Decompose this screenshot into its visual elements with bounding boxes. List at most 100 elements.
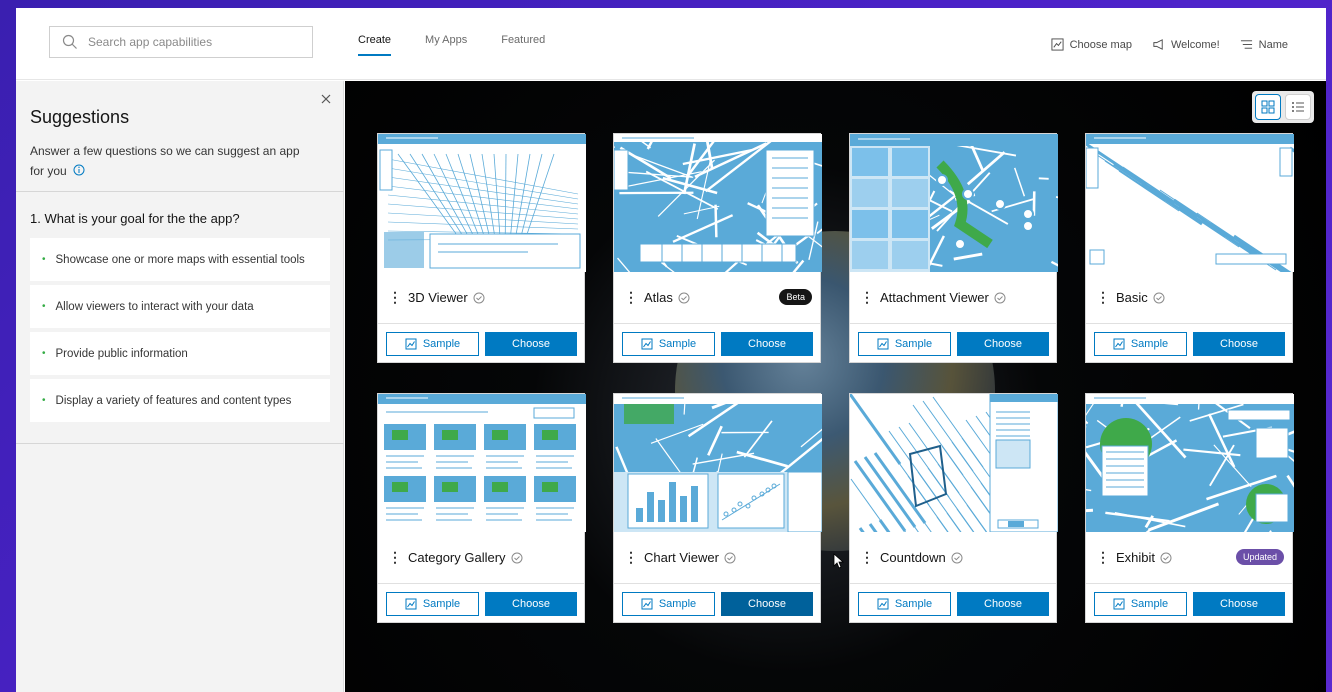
tab-create[interactable]: Create [358, 34, 392, 56]
card-actions: Sample Choose [386, 332, 577, 356]
choose-button[interactable]: Choose [721, 332, 813, 356]
goal-option[interactable]: • Showcase one or more maps with essentia… [30, 238, 330, 281]
choose-button[interactable]: Choose [1193, 332, 1285, 356]
choose-label: Choose [748, 598, 786, 610]
kebab-icon[interactable]: ⋮ [860, 549, 874, 566]
choose-button[interactable]: Choose [957, 592, 1049, 616]
choose-map-button[interactable]: Choose map [1051, 38, 1132, 51]
choose-button[interactable]: Choose [485, 592, 577, 616]
goal-option[interactable]: • Provide public information [30, 332, 330, 375]
status-badge: Beta [779, 289, 812, 305]
app-thumbnail[interactable] [614, 394, 822, 532]
list-view-button[interactable] [1285, 94, 1311, 120]
card-title-row: ⋮ Basic [1086, 272, 1292, 324]
card-actions: Sample Choose [1094, 332, 1285, 356]
sample-label: Sample [894, 338, 933, 350]
choose-label: Choose [512, 598, 550, 610]
close-icon[interactable] [318, 91, 334, 107]
sample-label: Sample [422, 338, 461, 350]
sample-label: Sample [422, 598, 461, 610]
goal-option-label: Allow viewers to interact with your data [55, 300, 254, 313]
app-card[interactable]: ⋮ Chart Viewer Sample Choose [613, 393, 822, 623]
app-card[interactable]: ⋮ Countdown Sample Choose [849, 393, 1058, 623]
circle-check-icon[interactable] [1153, 292, 1165, 304]
sample-button[interactable]: Sample [1094, 592, 1187, 616]
suggestions-description: Answer a few questions so we can suggest… [30, 141, 310, 181]
app-thumbnail[interactable] [850, 394, 1058, 532]
app-card[interactable]: ⋮ Basic Sample Choose [1085, 133, 1294, 363]
kebab-icon[interactable]: ⋮ [1096, 289, 1110, 306]
app-thumbnail[interactable] [1086, 394, 1294, 532]
circle-check-icon[interactable] [951, 552, 963, 564]
app-thumbnail[interactable] [378, 134, 586, 272]
info-icon[interactable] [73, 164, 85, 176]
search-icon [62, 34, 77, 49]
card-actions: Sample Choose [386, 592, 577, 616]
choose-label: Choose [984, 598, 1022, 610]
kebab-icon[interactable]: ⋮ [624, 289, 638, 306]
choose-button[interactable]: Choose [485, 332, 577, 356]
bullet-icon: • [42, 395, 46, 406]
sample-button[interactable]: Sample [1094, 332, 1187, 356]
kebab-icon[interactable]: ⋮ [624, 549, 638, 566]
sample-button[interactable]: Sample [386, 332, 479, 356]
sample-label: Sample [658, 338, 697, 350]
app-gallery: ⋮ 3D Viewer Sample Choose ⋮ Atlas Beta S… [345, 81, 1326, 692]
sample-button[interactable]: Sample [386, 592, 479, 616]
card-title: Atlas [644, 290, 673, 305]
tab-my-apps[interactable]: My Apps [425, 34, 467, 56]
circle-check-icon[interactable] [511, 552, 523, 564]
list-view-icon [1292, 102, 1304, 112]
app-thumbnail[interactable] [614, 134, 822, 272]
circle-check-icon[interactable] [473, 292, 485, 304]
sample-map-icon [877, 338, 889, 350]
app-thumbnail[interactable] [850, 134, 1058, 272]
kebab-icon[interactable]: ⋮ [1096, 549, 1110, 566]
app-card[interactable]: ⋮ Atlas Beta Sample Choose [613, 133, 822, 363]
card-title-row: ⋮ Countdown [850, 532, 1056, 584]
goal-options: • Showcase one or more maps with essentia… [30, 238, 330, 426]
choose-label: Choose [1220, 338, 1258, 350]
choose-button[interactable]: Choose [1193, 592, 1285, 616]
kebab-icon[interactable]: ⋮ [860, 289, 874, 306]
kebab-icon[interactable]: ⋮ [388, 549, 402, 566]
search-box[interactable] [49, 26, 313, 58]
sample-button[interactable]: Sample [622, 592, 715, 616]
choose-label: Choose [748, 338, 786, 350]
kebab-icon[interactable]: ⋮ [388, 289, 402, 306]
suggestions-title: Suggestions [30, 107, 130, 127]
choose-button[interactable]: Choose [721, 592, 813, 616]
goal-option[interactable]: • Display a variety of features and conte… [30, 379, 330, 422]
sample-button[interactable]: Sample [622, 332, 715, 356]
circle-check-icon[interactable] [724, 552, 736, 564]
app-card[interactable]: ⋮ 3D Viewer Sample Choose [377, 133, 586, 363]
app-card[interactable]: ⋮ Attachment Viewer Sample Choose [849, 133, 1058, 363]
app-card[interactable]: ⋮ Category Gallery Sample Choose [377, 393, 586, 623]
sample-button[interactable]: Sample [858, 592, 951, 616]
card-title-row: ⋮ Exhibit Updated [1086, 532, 1292, 584]
circle-check-icon[interactable] [678, 292, 690, 304]
choose-label: Choose [512, 338, 550, 350]
view-toggle [1252, 91, 1314, 123]
goal-option[interactable]: • Allow viewers to interact with your dat… [30, 285, 330, 328]
sample-button[interactable]: Sample [858, 332, 951, 356]
sample-map-icon [641, 598, 653, 610]
search-input[interactable] [88, 35, 288, 49]
welcome-button[interactable]: Welcome! [1152, 38, 1220, 51]
card-title-row: ⋮ Category Gallery [378, 532, 584, 584]
circle-check-icon[interactable] [994, 292, 1006, 304]
sort-button[interactable]: Name [1240, 38, 1288, 51]
circle-check-icon[interactable] [1160, 552, 1172, 564]
app-window: Create My Apps Featured Choose map Welco… [16, 8, 1326, 692]
grid-view-button[interactable] [1255, 94, 1281, 120]
tab-featured[interactable]: Featured [501, 34, 545, 56]
suggestions-panel: Suggestions Answer a few questions so we… [16, 81, 344, 692]
divider [16, 443, 344, 444]
choose-button[interactable]: Choose [957, 332, 1049, 356]
app-card[interactable]: ⋮ Exhibit Updated Sample Choose [1085, 393, 1294, 623]
card-title-row: ⋮ Chart Viewer [614, 532, 820, 584]
megaphone-icon [1153, 39, 1163, 50]
app-thumbnail[interactable] [378, 394, 586, 532]
app-thumbnail[interactable] [1086, 134, 1294, 272]
mouse-cursor-icon [833, 553, 845, 569]
